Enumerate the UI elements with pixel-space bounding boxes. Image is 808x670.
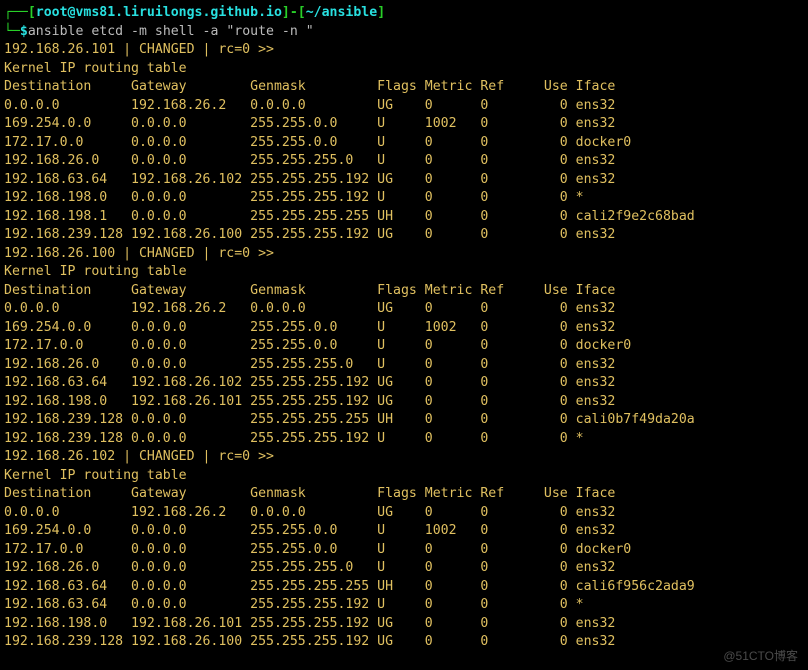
routing-table-title: Kernel IP routing table — [4, 61, 187, 76]
routing-header: Destination Gateway Genmask Flags Metric… — [4, 283, 615, 298]
routing-row: 169.254.0.0 0.0.0.0 255.255.0.0 U 1002 0… — [4, 116, 615, 131]
terminal-line: Kernel IP routing table — [4, 60, 808, 79]
terminal-line: 172.17.0.0 0.0.0.0 255.255.0.0 U 0 0 0 d… — [4, 134, 808, 153]
terminal-line: 169.254.0.0 0.0.0.0 255.255.0.0 U 1002 0… — [4, 522, 808, 541]
routing-row: 192.168.63.64 192.168.26.102 255.255.255… — [4, 172, 615, 187]
terminal-line: Destination Gateway Genmask Flags Metric… — [4, 485, 808, 504]
routing-row: 192.168.198.0 0.0.0.0 255.255.255.192 U … — [4, 190, 584, 205]
routing-row: 169.254.0.0 0.0.0.0 255.255.0.0 U 1002 0… — [4, 523, 615, 538]
terminal-line: 192.168.198.0 0.0.0.0 255.255.255.192 U … — [4, 189, 808, 208]
terminal-line: 172.17.0.0 0.0.0.0 255.255.0.0 U 0 0 0 d… — [4, 541, 808, 560]
routing-row: 192.168.239.128 0.0.0.0 255.255.255.192 … — [4, 431, 584, 446]
routing-table-title: Kernel IP routing table — [4, 264, 187, 279]
terminal-line: 192.168.26.102 | CHANGED | rc=0 >> — [4, 448, 808, 467]
terminal-line: 169.254.0.0 0.0.0.0 255.255.0.0 U 1002 0… — [4, 115, 808, 134]
routing-row: 192.168.26.0 0.0.0.0 255.255.255.0 U 0 0… — [4, 153, 615, 168]
terminal-line: └─$ansible etcd -m shell -a "route -n " — [4, 23, 808, 42]
prompt-open: ┌──[ — [4, 5, 36, 20]
routing-row: 192.168.26.0 0.0.0.0 255.255.255.0 U 0 0… — [4, 560, 615, 575]
command-input[interactable]: ansible etcd -m shell -a "route -n " — [28, 24, 314, 39]
routing-row: 192.168.198.0 192.168.26.101 255.255.255… — [4, 394, 615, 409]
terminal-line: 0.0.0.0 192.168.26.2 0.0.0.0 UG 0 0 0 en… — [4, 300, 808, 319]
terminal-line: 192.168.26.0 0.0.0.0 255.255.255.0 U 0 0… — [4, 559, 808, 578]
routing-row: 192.168.63.64 0.0.0.0 255.255.255.255 UH… — [4, 579, 695, 594]
prompt-sep: ]-[ — [282, 5, 306, 20]
terminal-line: 0.0.0.0 192.168.26.2 0.0.0.0 UG 0 0 0 en… — [4, 504, 808, 523]
routing-header: Destination Gateway Genmask Flags Metric… — [4, 79, 615, 94]
terminal-line: 192.168.63.64 0.0.0.0 255.255.255.255 UH… — [4, 578, 808, 597]
terminal-output[interactable]: ┌──[root@vms81.liruilongs.github.io]-[~/… — [0, 0, 808, 652]
routing-row: 192.168.63.64 192.168.26.102 255.255.255… — [4, 375, 615, 390]
host-status-line: 192.168.26.102 | CHANGED | rc=0 >> — [4, 449, 274, 464]
routing-row: 172.17.0.0 0.0.0.0 255.255.0.0 U 0 0 0 d… — [4, 338, 631, 353]
routing-row: 0.0.0.0 192.168.26.2 0.0.0.0 UG 0 0 0 en… — [4, 98, 615, 113]
routing-row: 192.168.63.64 0.0.0.0 255.255.255.192 U … — [4, 597, 584, 612]
prompt-close: ] — [377, 5, 385, 20]
terminal-line: 192.168.63.64 192.168.26.102 255.255.255… — [4, 171, 808, 190]
terminal-line: Kernel IP routing table — [4, 263, 808, 282]
terminal-line: 192.168.26.100 | CHANGED | rc=0 >> — [4, 245, 808, 264]
routing-table-title: Kernel IP routing table — [4, 468, 187, 483]
terminal-line: 192.168.26.0 0.0.0.0 255.255.255.0 U 0 0… — [4, 152, 808, 171]
terminal-line: Destination Gateway Genmask Flags Metric… — [4, 282, 808, 301]
terminal-line: 192.168.26.101 | CHANGED | rc=0 >> — [4, 41, 808, 60]
routing-header: Destination Gateway Genmask Flags Metric… — [4, 486, 615, 501]
routing-row: 172.17.0.0 0.0.0.0 255.255.0.0 U 0 0 0 d… — [4, 542, 631, 557]
prompt-user-host: root@vms81.liruilongs.github.io — [36, 5, 282, 20]
terminal-line: Destination Gateway Genmask Flags Metric… — [4, 78, 808, 97]
routing-row: 0.0.0.0 192.168.26.2 0.0.0.0 UG 0 0 0 en… — [4, 505, 615, 520]
terminal-line: 192.168.198.1 0.0.0.0 255.255.255.255 UH… — [4, 208, 808, 227]
terminal-line: 0.0.0.0 192.168.26.2 0.0.0.0 UG 0 0 0 en… — [4, 97, 808, 116]
routing-row: 192.168.239.128 192.168.26.100 255.255.2… — [4, 634, 615, 649]
prompt-indent: └─ — [4, 24, 20, 39]
host-status-line: 192.168.26.100 | CHANGED | rc=0 >> — [4, 246, 274, 261]
routing-row: 192.168.198.0 192.168.26.101 255.255.255… — [4, 616, 615, 631]
terminal-line: 192.168.198.0 192.168.26.101 255.255.255… — [4, 393, 808, 412]
terminal-line: 192.168.198.0 192.168.26.101 255.255.255… — [4, 615, 808, 634]
prompt-dollar: $ — [20, 24, 28, 39]
routing-row: 192.168.239.128 192.168.26.100 255.255.2… — [4, 227, 615, 242]
terminal-line: ┌──[root@vms81.liruilongs.github.io]-[~/… — [4, 4, 808, 23]
routing-row: 0.0.0.0 192.168.26.2 0.0.0.0 UG 0 0 0 en… — [4, 301, 615, 316]
prompt-cwd: ~/ansible — [306, 5, 377, 20]
terminal-line: 192.168.239.128 192.168.26.100 255.255.2… — [4, 226, 808, 245]
routing-row: 192.168.198.1 0.0.0.0 255.255.255.255 UH… — [4, 209, 695, 224]
routing-row: 172.17.0.0 0.0.0.0 255.255.0.0 U 0 0 0 d… — [4, 135, 631, 150]
routing-row: 192.168.26.0 0.0.0.0 255.255.255.0 U 0 0… — [4, 357, 615, 372]
terminal-line: 192.168.239.128 0.0.0.0 255.255.255.255 … — [4, 411, 808, 430]
host-status-line: 192.168.26.101 | CHANGED | rc=0 >> — [4, 42, 274, 57]
terminal-line: 192.168.63.64 0.0.0.0 255.255.255.192 U … — [4, 596, 808, 615]
routing-row: 192.168.239.128 0.0.0.0 255.255.255.255 … — [4, 412, 695, 427]
terminal-line: 192.168.239.128 0.0.0.0 255.255.255.192 … — [4, 430, 808, 449]
routing-row: 169.254.0.0 0.0.0.0 255.255.0.0 U 1002 0… — [4, 320, 615, 335]
terminal-line: 169.254.0.0 0.0.0.0 255.255.0.0 U 1002 0… — [4, 319, 808, 338]
terminal-line: 172.17.0.0 0.0.0.0 255.255.0.0 U 0 0 0 d… — [4, 337, 808, 356]
terminal-line: 192.168.26.0 0.0.0.0 255.255.255.0 U 0 0… — [4, 356, 808, 375]
terminal-line: 192.168.239.128 192.168.26.100 255.255.2… — [4, 633, 808, 652]
terminal-line: Kernel IP routing table — [4, 467, 808, 486]
terminal-line: 192.168.63.64 192.168.26.102 255.255.255… — [4, 374, 808, 393]
